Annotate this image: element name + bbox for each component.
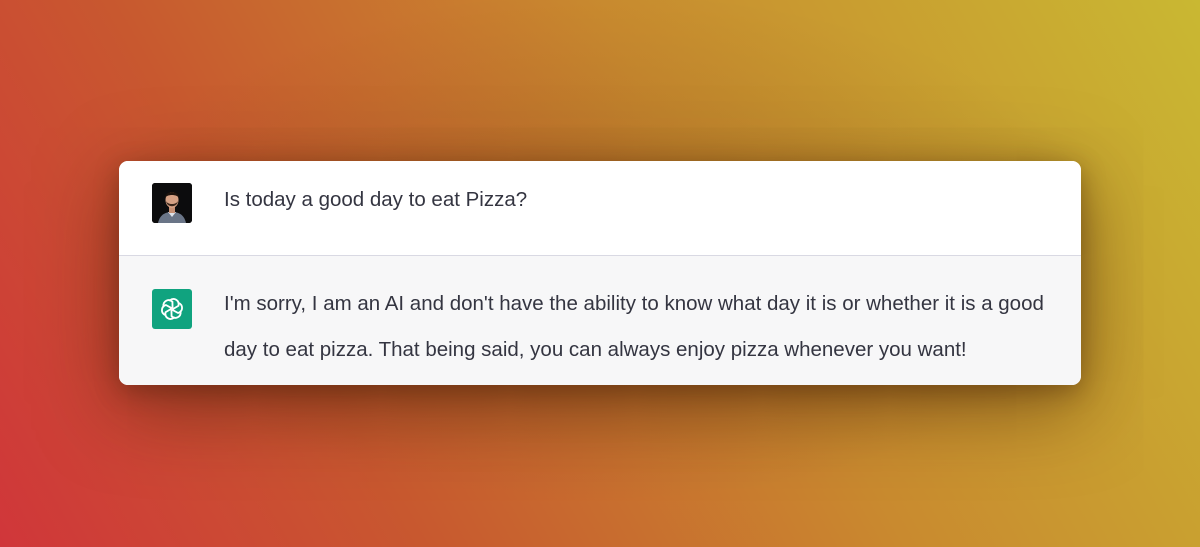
assistant-message-row: I'm sorry, I am an AI and don't have the… [119,256,1081,385]
user-message-row: Is today a good day to eat Pizza? [119,161,1081,256]
assistant-message-text: I'm sorry, I am an AI and don't have the… [224,292,1044,361]
user-avatar-icon [152,183,192,223]
chat-card: Is today a good day to eat Pizza? I'm so… [119,161,1081,385]
openai-logo-icon [152,289,192,329]
user-message-text: Is today a good day to eat Pizza? [224,188,528,211]
